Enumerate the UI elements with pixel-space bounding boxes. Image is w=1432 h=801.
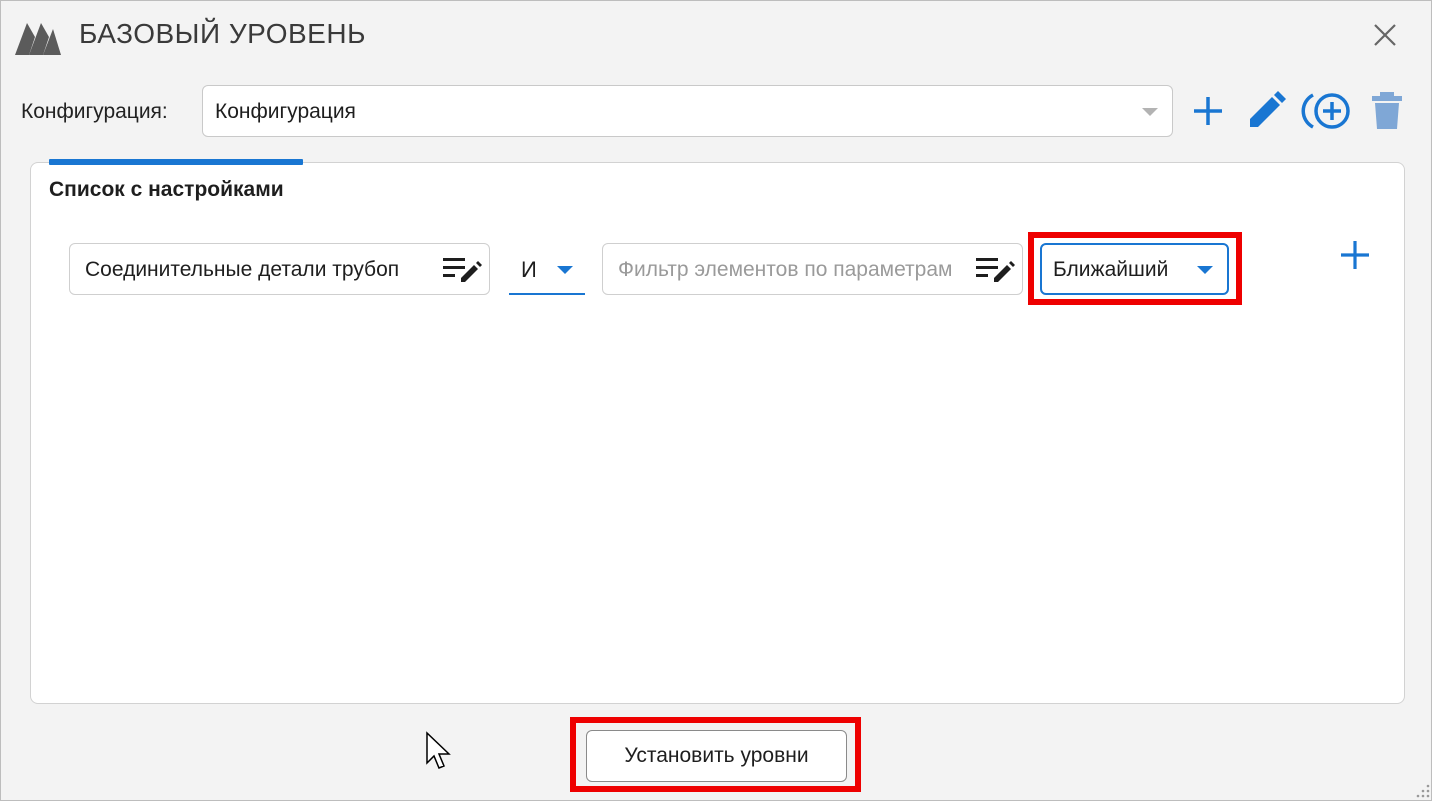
- settings-panel: Список с настройками Соединительные дета…: [30, 162, 1405, 704]
- copy-add-icon[interactable]: [1301, 89, 1353, 133]
- filter-field[interactable]: Фильтр элементов по параметрам: [602, 243, 1023, 295]
- operator-value: И: [521, 257, 537, 282]
- mode-select[interactable]: Ближайший: [1040, 243, 1229, 295]
- filter-placeholder: Фильтр элементов по параметрам: [618, 258, 953, 281]
- category-value: Соединительные детали трубоп: [85, 258, 400, 281]
- list-edit-icon[interactable]: [976, 256, 1016, 284]
- config-select-value: Конфигурация: [215, 100, 356, 123]
- chevron-down-icon: [557, 266, 573, 274]
- config-select[interactable]: Конфигурация: [202, 85, 1173, 137]
- title-bar: БАЗОВЫЙ УРОВЕНЬ: [1, 1, 1431, 71]
- operator-select[interactable]: И: [509, 243, 585, 295]
- trash-icon[interactable]: [1365, 89, 1409, 133]
- chevron-down-icon: [1142, 108, 1158, 116]
- app-logo-icon: [15, 23, 61, 55]
- set-levels-button[interactable]: Установить уровни: [586, 730, 847, 782]
- chevron-down-icon: [1197, 266, 1213, 274]
- tab-indicator: [49, 159, 303, 165]
- pencil-icon[interactable]: [1244, 89, 1288, 133]
- mouse-cursor-icon: [426, 731, 451, 769]
- list-edit-icon[interactable]: [443, 256, 483, 284]
- add-row-plus-icon[interactable]: [1337, 237, 1373, 273]
- category-field[interactable]: Соединительные детали трубоп: [69, 243, 490, 295]
- resize-grip-icon[interactable]: [1411, 779, 1431, 799]
- window-title: БАЗОВЫЙ УРОВЕНЬ: [79, 18, 366, 49]
- plus-icon[interactable]: [1186, 89, 1230, 133]
- mode-value: Ближайший: [1053, 258, 1169, 281]
- close-icon[interactable]: [1369, 19, 1401, 51]
- panel-title: Список с настройками: [49, 178, 284, 201]
- dialog-window: БАЗОВЫЙ УРОВЕНЬ Конфигурация: Конфигурац…: [0, 0, 1432, 801]
- config-label: Конфигурация:: [21, 100, 168, 123]
